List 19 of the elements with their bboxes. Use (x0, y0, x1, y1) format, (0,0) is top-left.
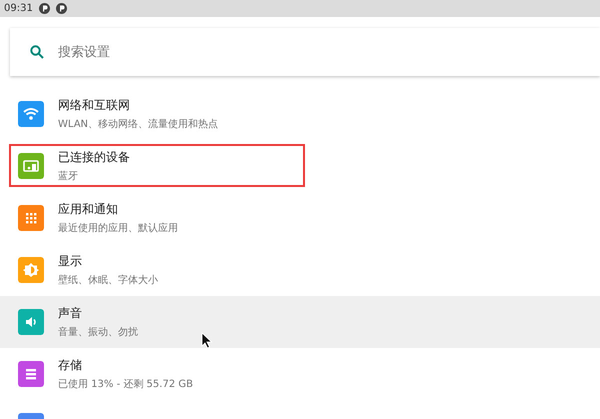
notification-icon (56, 3, 67, 14)
clock-time: 09:31 (4, 3, 33, 14)
item-summary: WLAN、移动网络、流量使用和热点 (58, 118, 218, 131)
item-title: 已连接的设备 (58, 149, 130, 166)
search-field[interactable]: 搜索设置 (10, 28, 600, 76)
item-summary: 蓝牙 (58, 170, 79, 183)
item-summary: 音量、振动、勿扰 (58, 326, 138, 339)
item-title: 声音 (58, 305, 83, 322)
item-summary: 已使用 13% - 还剩 55.72 GB (58, 378, 193, 391)
item-title: 应用和通知 (58, 201, 119, 218)
item-title: 显示 (58, 253, 83, 270)
item-summary: 最近使用的应用、默认应用 (58, 222, 178, 235)
search-icon (30, 45, 44, 59)
item-title: 网络和互联网 (58, 97, 131, 114)
item-summary: 壁纸、休眠、字体大小 (58, 274, 158, 287)
cursor-icon (201, 332, 213, 349)
notification-icon (38, 3, 50, 14)
settings-item[interactable]: 声音 音量、振动、勿扰 (0, 296, 600, 348)
item-title: 存储 (58, 357, 83, 374)
